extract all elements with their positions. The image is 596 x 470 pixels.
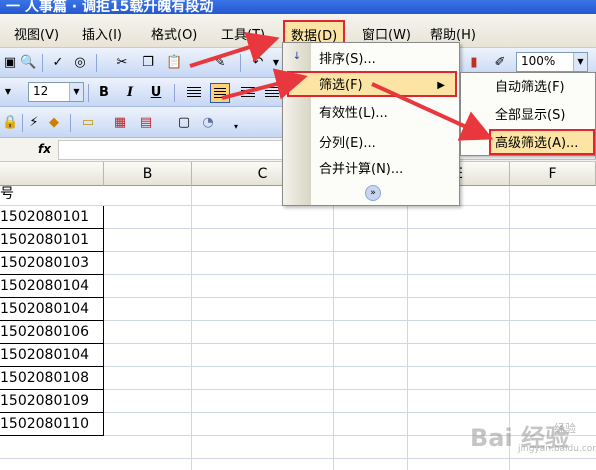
toolbar-options-icon[interactable]: ▾	[228, 119, 244, 135]
menu-item-text-to-columns[interactable]: 分列(E)...	[283, 131, 459, 157]
font-size-value: 12	[33, 84, 49, 98]
trace-icon[interactable]: ⚡	[26, 115, 42, 131]
table-row[interactable]: 1502080106	[0, 321, 104, 344]
align-center-button[interactable]	[210, 83, 230, 103]
error-check-icon[interactable]: ◆	[46, 115, 62, 131]
data-menu: ↓ 排序(S)... 筛选(F) ▶ 有效性(L)... 分列(E)... 合并…	[282, 42, 460, 206]
table-row[interactable]: 1502080108	[0, 367, 104, 390]
column-header-f[interactable]: F	[510, 162, 596, 186]
cell-a1[interactable]: 号	[0, 183, 104, 205]
menu-item-consolidate[interactable]: 合并计算(N)...	[283, 157, 459, 183]
menu-item-filter[interactable]: 筛选(F) ▶	[287, 71, 457, 97]
window-title: 一 人事篇 · 调拒15载升魄有段动	[6, 0, 214, 14]
watermark-url: jingyan.baidu.com	[518, 444, 596, 454]
filter-submenu: 自动筛选(F) 全部显示(S) 高级筛选(A)...	[460, 72, 596, 156]
menu-item-sort[interactable]: 排序(S)...	[283, 47, 459, 73]
fx-icon[interactable]: fx	[38, 142, 51, 156]
table-row[interactable]: 1502080104	[0, 344, 104, 367]
zoom-combo[interactable]: 100% ▼	[516, 52, 588, 72]
zoom-value: 100%	[521, 54, 556, 68]
merge-center-icon	[265, 87, 279, 99]
bold-button[interactable]: B	[94, 83, 114, 103]
circle-icon[interactable]: ◔	[200, 115, 216, 131]
toolbar-separator	[70, 114, 71, 132]
copy-icon[interactable]: ❐	[140, 55, 156, 71]
undo-icon[interactable]: ↶	[250, 55, 266, 71]
align-center-icon	[214, 88, 226, 100]
submenu-item-show-all[interactable]: 全部显示(S)	[461, 103, 595, 129]
toolbar-separator	[96, 54, 97, 72]
chart-wizard-icon[interactable]: ▮	[466, 55, 482, 71]
window-title-bar: 一 人事篇 · 调拒15载升魄有段动	[0, 0, 596, 14]
toolbar-separator	[42, 54, 43, 72]
menu-view[interactable]: 视图(V)	[14, 24, 59, 43]
align-left-icon	[187, 87, 201, 99]
toolbar-separator	[88, 84, 89, 102]
table-row[interactable]: 1502080110	[0, 413, 104, 436]
expand-menu-icon[interactable]: »	[365, 185, 381, 201]
toolbar-separator	[174, 84, 175, 102]
table-row[interactable]: 1502080104	[0, 275, 104, 298]
comment-icon[interactable]: ▭	[80, 115, 96, 131]
table-row[interactable]: 1502080109	[0, 390, 104, 413]
format-painter-icon[interactable]: ✎	[212, 55, 228, 71]
table-row[interactable]: 1502080101	[0, 229, 104, 252]
watermark-sub: 经验	[554, 422, 576, 435]
toolbar-separator	[22, 114, 23, 132]
cut-icon[interactable]: ✂	[114, 55, 130, 71]
table-row[interactable]: 1502080101	[0, 206, 104, 229]
protect-icon[interactable]: 🔒	[2, 115, 18, 131]
menu-insert[interactable]: 插入(I)	[82, 24, 122, 43]
menu-window[interactable]: 窗口(W)	[362, 24, 411, 43]
column-header-b[interactable]: B	[104, 162, 192, 186]
drawing-icon[interactable]: ✐	[492, 55, 508, 71]
watermark: Bai 经验 经验 jingyan.baidu.com	[458, 404, 596, 460]
submenu-arrow-icon: ▶	[437, 80, 445, 91]
italic-button[interactable]: I	[120, 83, 140, 103]
align-right-icon	[241, 87, 255, 99]
pivot-icon[interactable]: ▤	[138, 115, 154, 131]
font-name-dropdown-icon[interactable]: ▼	[0, 84, 16, 100]
submenu-item-autofilter[interactable]: 自动筛选(F)	[461, 75, 595, 101]
align-left-button[interactable]	[184, 83, 204, 103]
paste-icon[interactable]: 📋	[166, 55, 182, 71]
merge-center-button[interactable]	[262, 83, 282, 103]
menu-tools[interactable]: 工具(T)	[221, 24, 265, 43]
menu-help[interactable]: 帮助(H)	[430, 24, 476, 43]
menu-data[interactable]: 数据(D)	[283, 20, 346, 44]
form-icon[interactable]: ▢	[176, 115, 192, 131]
research-icon[interactable]: ◎	[72, 55, 88, 71]
print-preview-icon[interactable]: 🔍	[20, 55, 36, 71]
zoom-dropdown-icon[interactable]: ▼	[573, 53, 587, 71]
table-icon[interactable]: ▦	[112, 115, 128, 131]
submenu-item-advanced-filter[interactable]: 高级筛选(A)...	[489, 129, 595, 155]
toolbar-separator	[240, 54, 241, 72]
menu-format[interactable]: 格式(O)	[151, 24, 197, 43]
underline-button[interactable]: U	[146, 83, 166, 103]
save-icon[interactable]: ▣	[2, 55, 18, 71]
menu-item-filter-label: 筛选(F)	[319, 78, 363, 93]
font-size-dropdown-icon[interactable]: ▼	[69, 83, 83, 101]
table-row[interactable]: 1502080104	[0, 298, 104, 321]
menu-item-validation[interactable]: 有效性(L)...	[283, 101, 459, 127]
font-size-combo[interactable]: 12 ▼	[28, 82, 84, 102]
spell-check-icon[interactable]: ✓	[50, 55, 66, 71]
align-right-button[interactable]	[238, 83, 258, 103]
table-row[interactable]: 1502080103	[0, 252, 104, 275]
